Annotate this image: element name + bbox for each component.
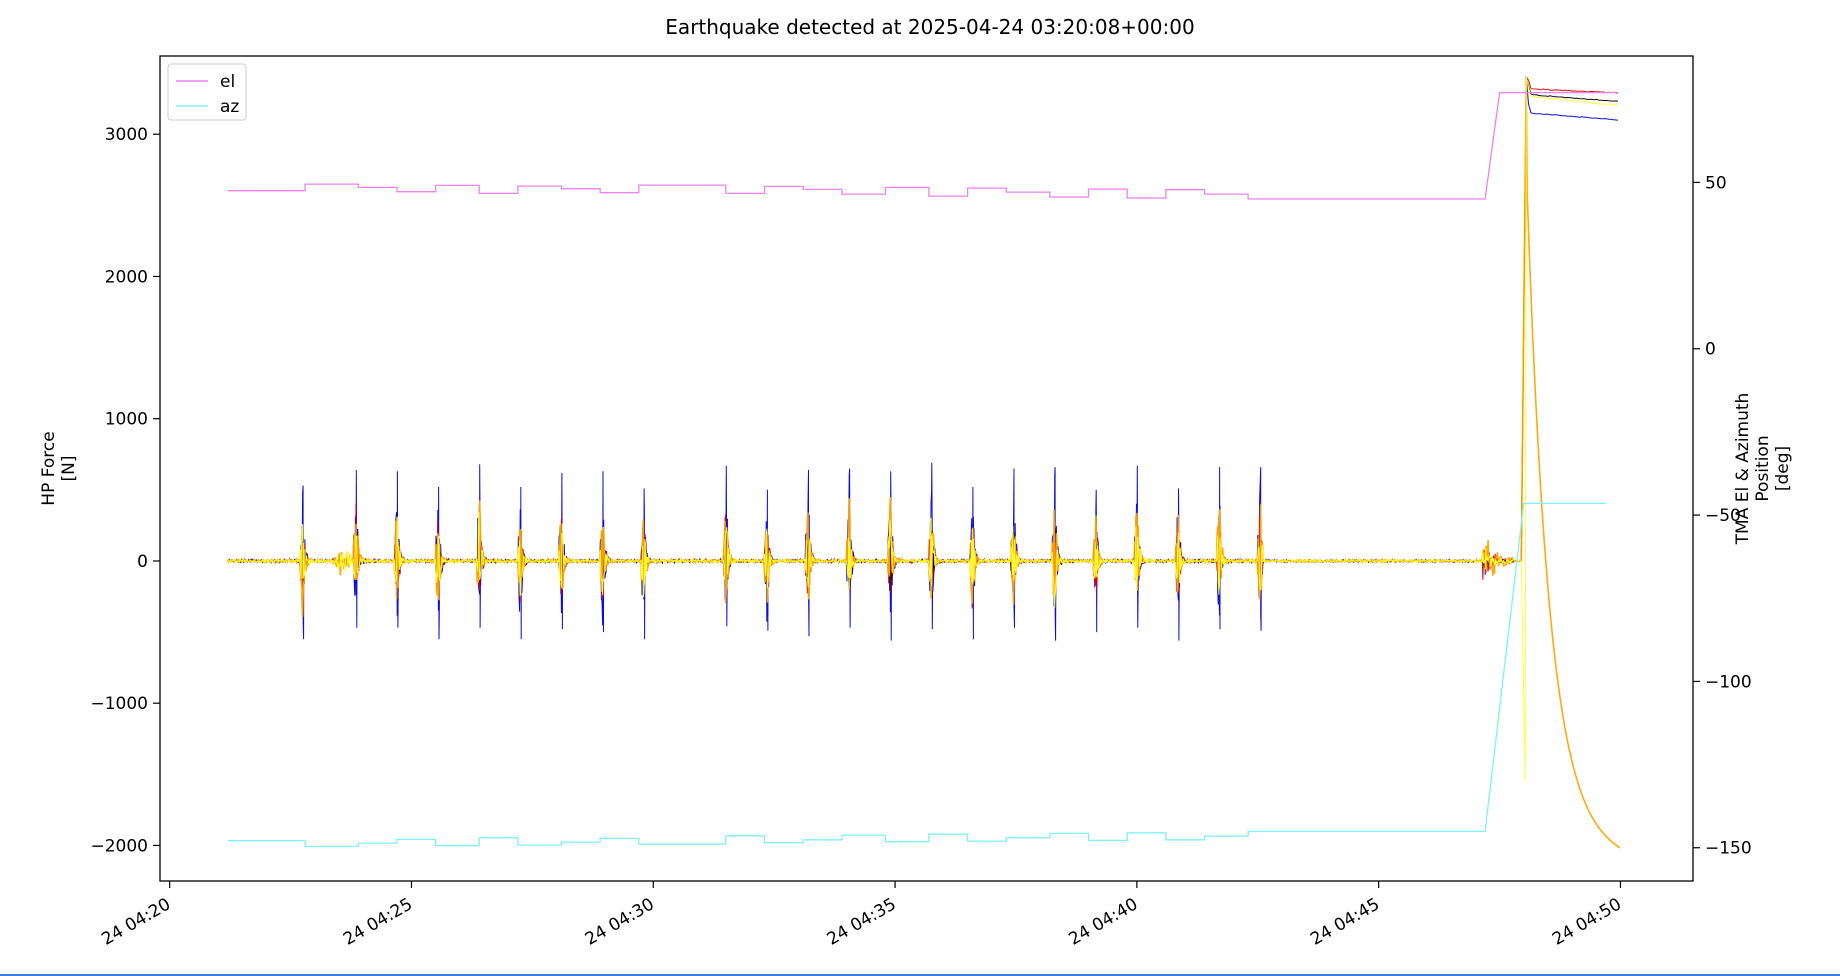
x-tick-label: 24 04:30	[582, 894, 658, 949]
y-axis-label-right-line: [deg]	[1773, 446, 1793, 491]
series-el-line	[227, 91, 1616, 200]
left-tick-label: 1000	[105, 410, 148, 430]
chart-figure: Earthquake detected at 2025-04-24 03:20:…	[0, 0, 1840, 976]
right-tick-label: 0	[1705, 340, 1716, 360]
legend-label-az: az	[220, 97, 239, 117]
y-axis-label-right-line: TMA El & Azimuth	[1733, 393, 1753, 546]
force-trace-1	[227, 75, 1619, 609]
chart-title: Earthquake detected at 2025-04-24 03:20:…	[665, 15, 1194, 39]
force-trace-3	[226, 77, 1621, 849]
x-tick-label: 24 04:50	[1549, 894, 1625, 949]
y-axis-label-left-line: [N]	[59, 456, 79, 482]
y-axis-label-right: TMA El & AzimuthPosition[deg]	[1733, 393, 1793, 546]
left-tick-label: −1000	[90, 694, 148, 714]
left-tick-label: −2000	[90, 836, 148, 856]
force-trace-4	[227, 77, 1619, 782]
left-tick-label: 3000	[105, 125, 148, 145]
y-axis-label-right-line: Position	[1753, 435, 1773, 501]
force-trace-2	[227, 77, 1619, 592]
y-axis-label-left-line: HP Force	[39, 431, 59, 505]
chart-canvas: Earthquake detected at 2025-04-24 03:20:…	[39, 15, 1793, 950]
legend-label-el: el	[220, 72, 235, 92]
left-tick-label: 0	[137, 552, 148, 572]
x-tick-label: 24 04:40	[1066, 894, 1142, 949]
legend: el az	[167, 63, 247, 121]
left-tick-label: 2000	[105, 267, 148, 287]
plot-area	[226, 75, 1621, 849]
x-tick-label: 24 04:25	[340, 894, 416, 949]
right-tick-label: −150	[1705, 839, 1752, 859]
x-tick-label: 24 04:35	[824, 894, 900, 949]
right-tick-label: 50	[1705, 173, 1727, 193]
x-tick-label: 24 04:20	[98, 894, 174, 949]
right-tick-label: −100	[1705, 672, 1752, 692]
x-tick-label: 24 04:45	[1307, 894, 1383, 949]
series-az-line	[227, 502, 1606, 848]
axes-frame	[159, 55, 1694, 882]
y-axis-label-left: HP Force[N]	[39, 431, 79, 505]
